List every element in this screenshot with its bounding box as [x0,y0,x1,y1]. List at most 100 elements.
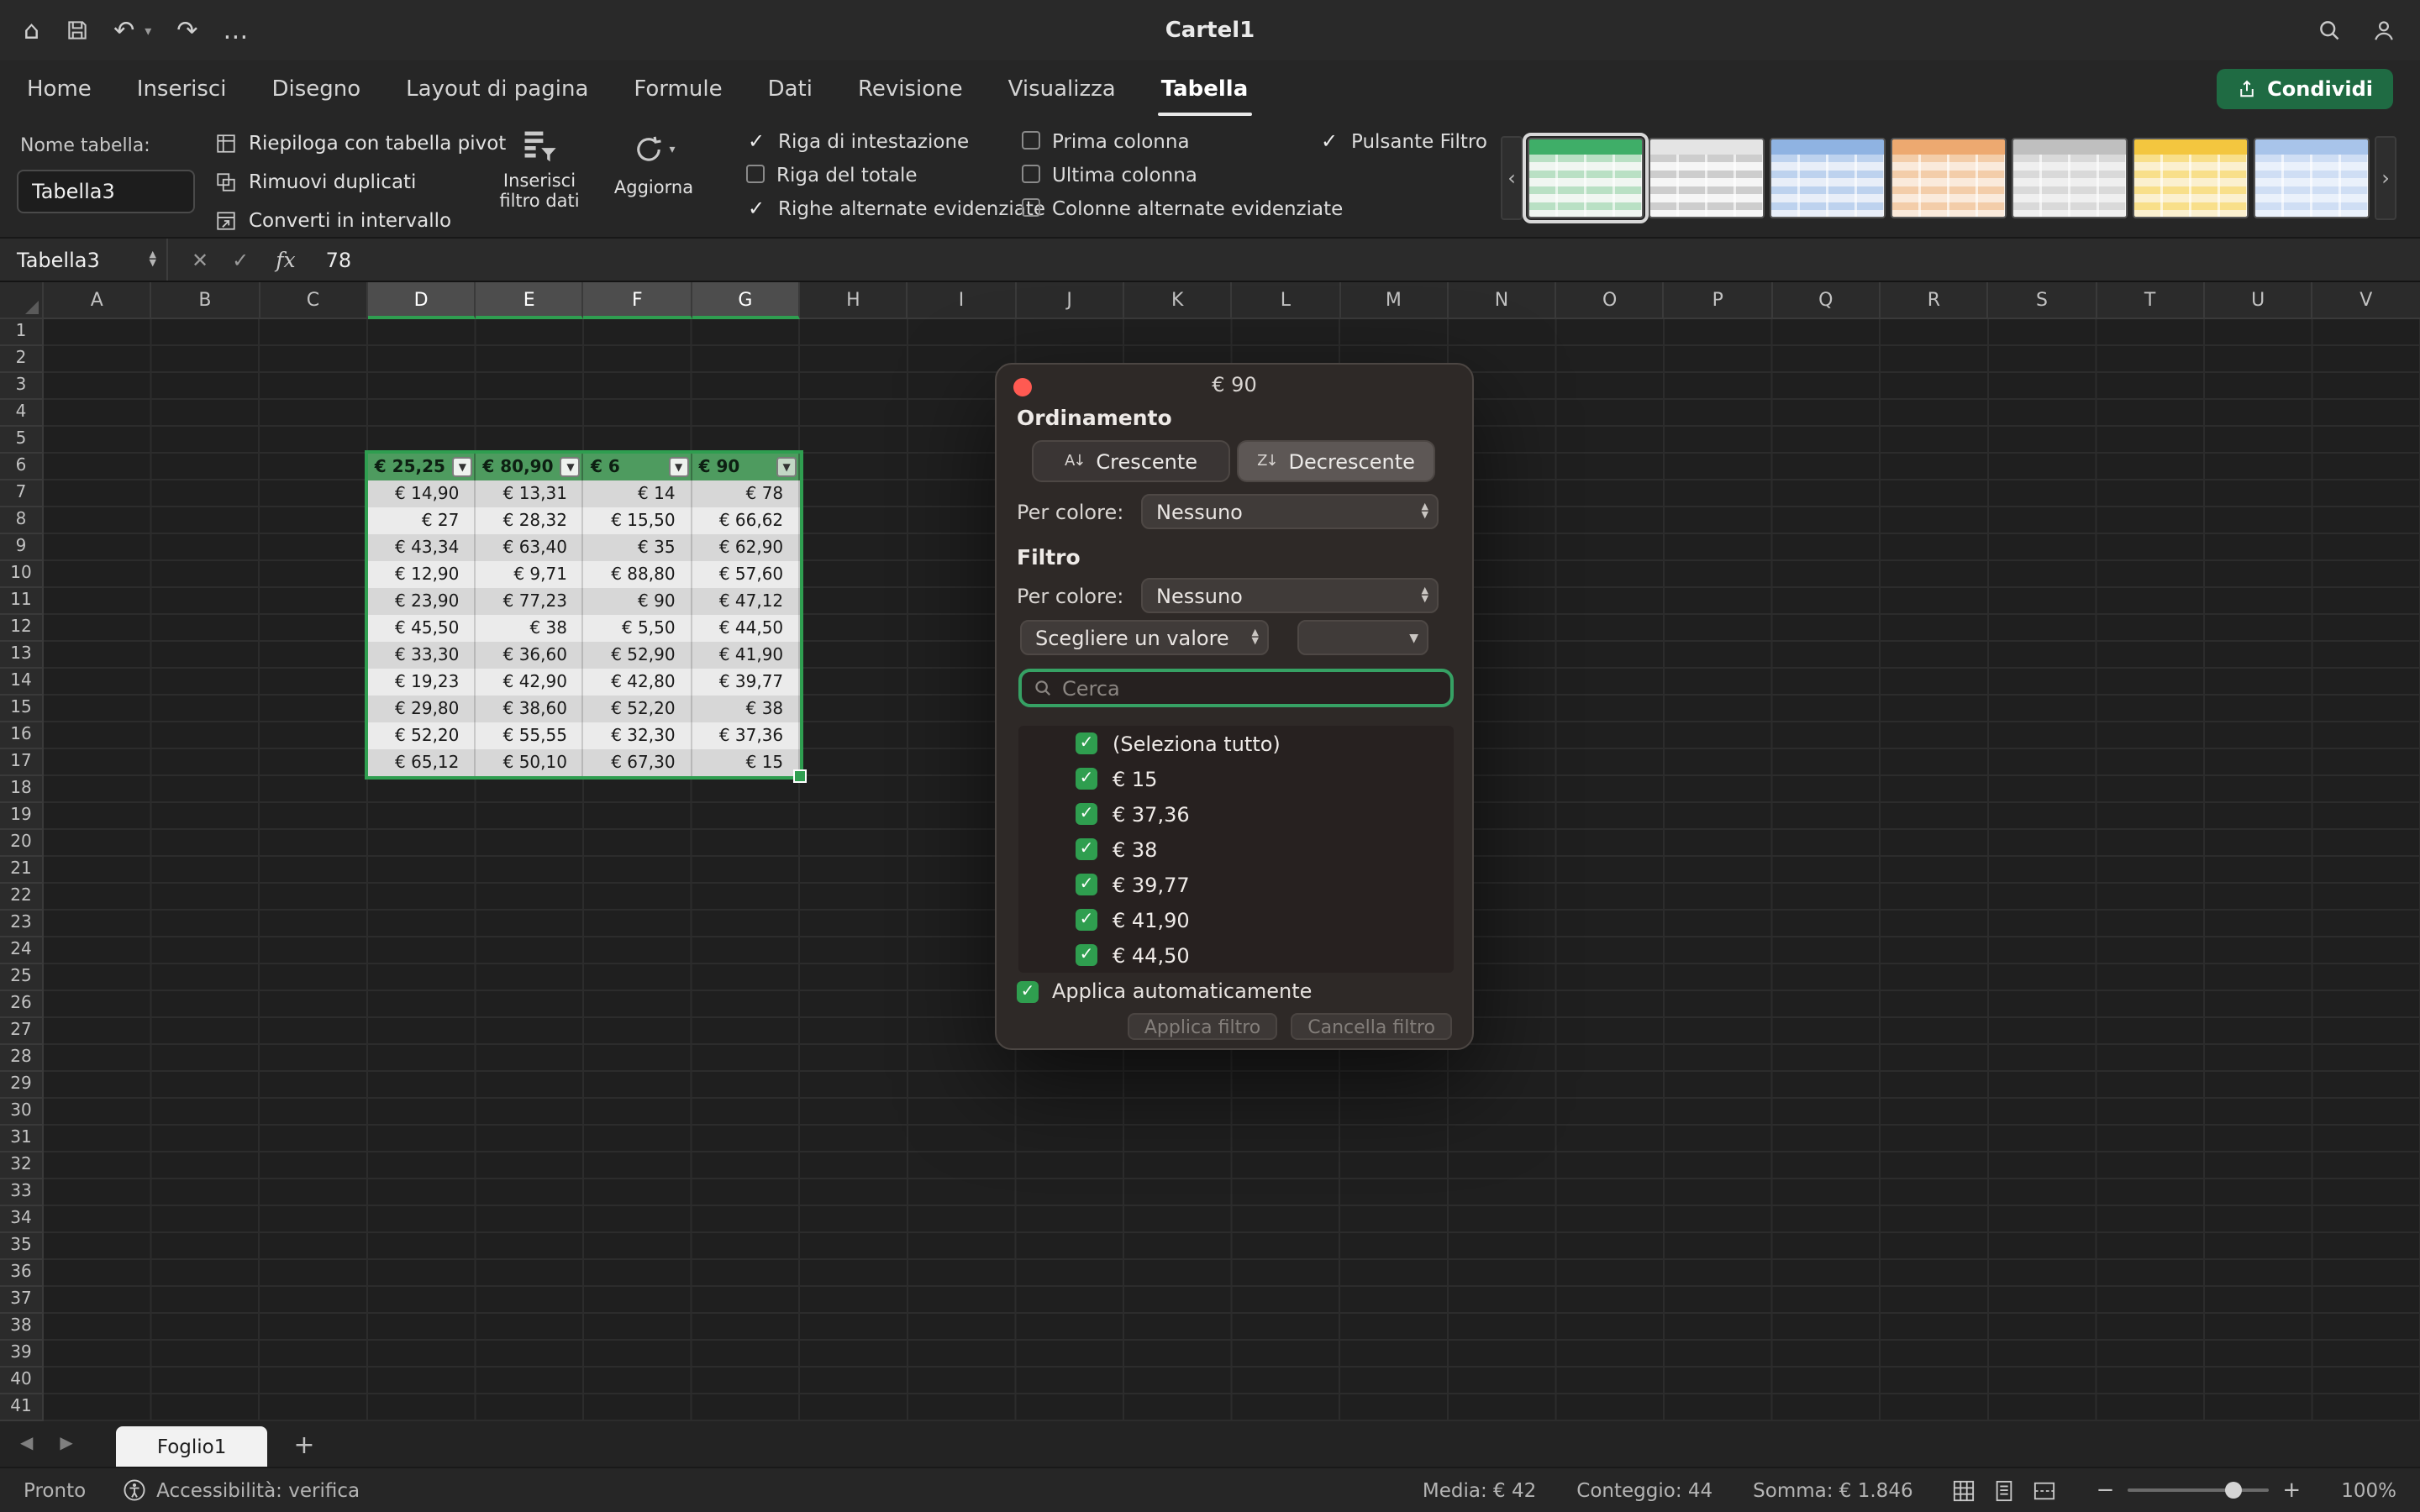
ribbon-checkbox-riga-di-intestazione[interactable]: ✓Riga di intestazione [746,129,1045,151]
table-style-white[interactable] [1649,138,1765,218]
row-header-18[interactable]: 18 [0,776,44,803]
formula-bar-value[interactable]: 78 [326,248,352,271]
table-cell[interactable]: € 55,55 [476,722,584,749]
table-cell[interactable]: € 5,50 [584,615,692,642]
table-cell[interactable]: € 38 [476,615,584,642]
filter-dropdown-button[interactable]: ▼ [560,457,581,477]
table-name-input[interactable] [17,170,195,213]
apply-filter-button[interactable]: Applica filtro [1128,1013,1277,1040]
row-header-22[interactable]: 22 [0,884,44,911]
sheet-nav-right-icon[interactable]: ▶ [60,1435,72,1453]
column-header-h[interactable]: H [800,282,908,319]
table-header-cell[interactable]: € 90▼ [692,454,801,480]
filter-value-item[interactable]: ✓€ 37,36 [1018,796,1454,832]
row-header-39[interactable]: 39 [0,1341,44,1368]
table-cell[interactable]: € 12,90 [368,561,476,588]
table-cell[interactable]: € 39,77 [692,669,801,696]
table-style-orange[interactable] [1891,138,2007,218]
table-cell[interactable]: € 14,90 [368,480,476,507]
column-header-e[interactable]: E [476,282,584,319]
redo-icon[interactable]: ↷ [176,18,197,43]
table-style-green[interactable] [1528,138,1644,218]
sheet-nav-left-icon[interactable]: ◀ [20,1435,33,1453]
row-header-38[interactable]: 38 [0,1314,44,1341]
search-icon[interactable] [2317,18,2341,42]
accessibility-status[interactable]: Accessibilità: verifica [123,1478,360,1502]
row-header-9[interactable]: 9 [0,534,44,561]
criteria-value-combo[interactable]: ▼ [1297,620,1428,655]
table-style-gray[interactable] [2012,138,2128,218]
row-header-28[interactable]: 28 [0,1045,44,1072]
column-header-k[interactable]: K [1124,282,1233,319]
table-style-yellow[interactable] [2133,138,2249,218]
tab-tabella[interactable]: Tabella [1161,76,1249,102]
table-cell[interactable]: € 38 [692,696,801,722]
table-cell[interactable]: € 28,32 [476,507,584,534]
table-cell[interactable]: € 62,90 [692,534,801,561]
table-cell[interactable]: € 29,80 [368,696,476,722]
column-header-i[interactable]: I [908,282,1017,319]
table-header-cell[interactable]: € 80,90▼ [476,454,584,480]
account-icon[interactable] [2371,18,2396,43]
refresh-button[interactable]: ▾ Aggiorna [598,126,709,230]
row-header-40[interactable]: 40 [0,1368,44,1394]
table-cell[interactable]: € 45,50 [368,615,476,642]
zoom-level[interactable]: 100% [2341,1478,2396,1502]
home-icon[interactable]: ⌂ [24,18,39,43]
table-cell[interactable]: € 35 [584,534,692,561]
table-cell[interactable]: € 90 [584,588,692,615]
table-cell[interactable]: € 52,20 [584,696,692,722]
row-header-36[interactable]: 36 [0,1260,44,1287]
row-header-15[interactable]: 15 [0,696,44,722]
table-cell[interactable]: € 67,30 [584,749,692,776]
filter-dropdown-button[interactable]: ▼ [776,457,797,477]
table-style-blue2[interactable] [2254,138,2370,218]
row-header-7[interactable]: 7 [0,480,44,507]
table-cell[interactable]: € 33,30 [368,642,476,669]
ribbon-checkbox-pulsante-filtro[interactable]: ✓Pulsante Filtro [1319,129,1487,151]
filter-value-item[interactable]: ✓(Seleziona tutto) [1018,726,1454,761]
zoom-slider[interactable] [2128,1488,2269,1492]
row-header-10[interactable]: 10 [0,561,44,588]
cancel-entry-icon[interactable]: ✕ [192,248,208,271]
column-header-j[interactable]: J [1016,282,1124,319]
table-cell[interactable]: € 47,12 [692,588,801,615]
column-header-t[interactable]: T [2096,282,2205,319]
column-header-c[interactable]: C [260,282,368,319]
table-cell[interactable]: € 44,50 [692,615,801,642]
table-cell[interactable]: € 41,90 [692,642,801,669]
table-cell[interactable]: € 38,60 [476,696,584,722]
clear-filter-button[interactable]: Cancella filtro [1291,1013,1452,1040]
insert-slicer-button[interactable]: Inserisci filtro dati [484,126,595,230]
column-header-s[interactable]: S [1989,282,2097,319]
share-button[interactable]: Condividi [2217,69,2393,109]
row-header-33[interactable]: 33 [0,1179,44,1206]
column-header-n[interactable]: N [1449,282,1557,319]
column-header-b[interactable]: B [152,282,260,319]
row-header-14[interactable]: 14 [0,669,44,696]
table-cell[interactable]: € 88,80 [584,561,692,588]
tab-home[interactable]: Home [27,76,92,102]
tab-inserisci[interactable]: Inserisci [137,76,227,102]
column-header-r[interactable]: R [1881,282,1989,319]
row-header-24[interactable]: 24 [0,937,44,964]
normal-view-icon[interactable] [1954,1479,1975,1501]
row-header-27[interactable]: 27 [0,1018,44,1045]
auto-apply-row[interactable]: ✓ Applica automaticamente [1017,979,1312,1003]
table-cell[interactable]: € 65,12 [368,749,476,776]
sort-ascending-button[interactable]: A↓ Crescente [1032,440,1230,482]
row-header-4[interactable]: 4 [0,400,44,427]
table-cell[interactable]: € 23,90 [368,588,476,615]
table-cell[interactable]: € 78 [692,480,801,507]
row-header-25[interactable]: 25 [0,964,44,991]
table-cell[interactable]: € 52,90 [584,642,692,669]
ribbon-checkbox-colonne-alternate-evidenziate[interactable]: Colonne alternate evidenziate [1022,197,1343,218]
undo-icon[interactable]: ↶ [113,18,134,43]
column-header-u[interactable]: U [2205,282,2313,319]
row-header-6[interactable]: 6 [0,454,44,480]
summarize-pivot-button[interactable]: Riepiloga con tabella pivot [215,126,506,160]
table-cell[interactable]: € 32,30 [584,722,692,749]
row-header-17[interactable]: 17 [0,749,44,776]
sort-descending-button[interactable]: Z↓ Decrescente [1237,440,1435,482]
convert-to-range-button[interactable]: Converti in intervallo [215,203,506,237]
